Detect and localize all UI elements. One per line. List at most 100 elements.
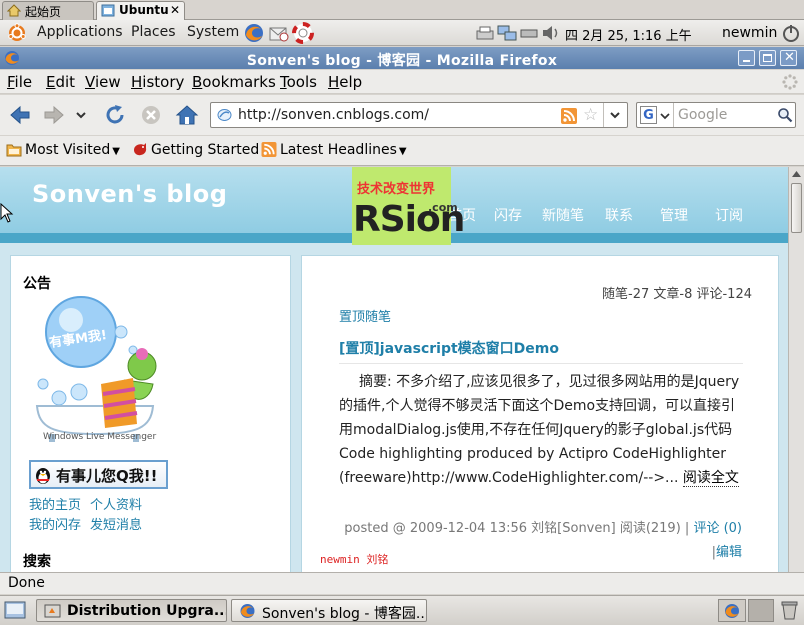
menu-accelerator: T [280, 73, 287, 91]
task-distribution-upgrade[interactable]: Distribution Upgra... [36, 599, 227, 622]
reload-button[interactable] [103, 103, 127, 127]
panel-username[interactable]: newmin [722, 25, 777, 41]
task-label: Sonven's blog - 博客园... [262, 606, 427, 622]
messenger-brand: Windows Live Messenger [43, 432, 157, 442]
vnc-tab-label: 起始页 [25, 5, 62, 19]
scrollbar-thumb[interactable] [791, 183, 802, 233]
url-bar[interactable]: http://sonven.cnblogs.com/ ☆ [210, 102, 628, 128]
help-lifebuoy-icon[interactable] [292, 22, 314, 44]
forward-button[interactable] [42, 103, 66, 127]
mail-clock-icon[interactable] [268, 22, 290, 44]
search-icon[interactable] [777, 107, 793, 123]
rss-feed-icon[interactable] [561, 108, 577, 124]
maximize-icon [763, 54, 772, 62]
search-heading: 搜索 [23, 554, 51, 570]
blog-title[interactable]: Sonven's blog [32, 180, 227, 208]
search-divider [673, 103, 674, 127]
nav-subscribe[interactable]: 订阅 [715, 205, 743, 225]
workspace-1[interactable] [718, 599, 746, 622]
minimize-icon [743, 60, 750, 62]
vnc-tab-home[interactable]: 起始页 [2, 1, 94, 20]
nav-contact[interactable]: 联系 [605, 205, 633, 225]
rss-icon [261, 142, 277, 157]
minimize-button[interactable] [738, 50, 755, 66]
network-icon[interactable] [496, 22, 518, 44]
menu-file[interactable]: File [7, 73, 32, 91]
url-dropdown-icon[interactable] [609, 109, 621, 121]
rsion-logo[interactable]: 技术改变世界 RSion .com [352, 167, 465, 245]
title-divider [339, 363, 743, 364]
comments-link[interactable]: 评论 (0) [693, 521, 742, 536]
page-viewport[interactable]: Sonven's blog 首页 闪存 新随笔 联系 管理 订阅 技术改变世界 … [0, 167, 788, 572]
bookmark-label: Most Visited [25, 142, 111, 158]
task-firefox-window[interactable]: Sonven's blog - 博客园... [231, 599, 427, 622]
stop-button[interactable] [139, 103, 163, 127]
vnc-tab-ubuntu[interactable]: Ubuntu ✕ [96, 1, 185, 20]
pinned-category-link[interactable]: 置顶随笔 [339, 306, 391, 325]
search-input[interactable]: Google [678, 107, 727, 123]
printer-icon[interactable] [474, 22, 496, 44]
show-desktop-icon[interactable] [4, 600, 26, 621]
read-more-link[interactable]: 阅读全文 [682, 470, 739, 487]
watermark-text: newmin 刘铭 [320, 553, 389, 566]
power-icon[interactable] [780, 22, 802, 44]
panel-clock[interactable]: 四 2月 25, 1:16 上午 [565, 25, 692, 44]
menu-label: dit [55, 73, 76, 91]
main-content-panel: 随笔-27 文章-8 评论-124 置顶随笔 [置顶]javascript模态窗… [301, 255, 779, 572]
bookmark-label: Getting Started [151, 142, 260, 158]
edit-row: |编辑 [712, 541, 742, 560]
trash-icon[interactable] [779, 600, 800, 621]
window-titlebar[interactable]: Sonven's blog - 博客园 - Mozilla Firefox ✕ [0, 47, 804, 69]
vertical-scrollbar[interactable] [788, 167, 804, 572]
menu-view[interactable]: View [85, 73, 121, 91]
applications-menu[interactable]: Applications [37, 24, 123, 40]
google-engine-icon[interactable]: G [640, 106, 657, 124]
firefox-launcher-icon[interactable] [243, 22, 265, 44]
scroll-up-icon[interactable] [792, 170, 801, 178]
bookmark-getting-started[interactable]: Getting Started [132, 142, 259, 158]
close-window-button[interactable]: ✕ [780, 50, 797, 66]
history-dropdown-icon[interactable] [74, 103, 88, 127]
edit-link[interactable]: 编辑 [716, 545, 742, 560]
menu-accelerator: F [7, 73, 15, 91]
url-text[interactable]: http://sonven.cnblogs.com/ [238, 107, 429, 123]
menu-label: ookmarks [202, 73, 276, 91]
nav-new-post[interactable]: 新随笔 [542, 205, 584, 225]
profile-link[interactable]: 个人资料 [90, 494, 142, 513]
messenger-mascot-image[interactable] [29, 294, 159, 446]
site-favicon-icon [217, 109, 232, 121]
nav-manage[interactable]: 管理 [660, 205, 688, 225]
menu-edit[interactable]: Edit [46, 73, 75, 91]
nav-flash[interactable]: 闪存 [494, 205, 522, 225]
bookmark-star-icon[interactable]: ☆ [583, 105, 598, 125]
qq-contact-button[interactable]: 有事儿您Q我!! [29, 460, 168, 489]
post-title-link[interactable]: [置顶]javascript模态窗口Demo [339, 338, 559, 358]
engine-dropdown-icon[interactable] [660, 111, 670, 121]
bookmark-most-visited[interactable]: Most Visited ▼ [6, 142, 120, 158]
workspace-2[interactable] [748, 599, 774, 622]
firefox-icon [240, 604, 255, 618]
my-homepage-link[interactable]: 我的主页 [29, 494, 81, 513]
my-flash-link[interactable]: 我的闪存 [29, 514, 81, 533]
menu-help[interactable]: Help [328, 73, 362, 91]
close-icon[interactable]: ✕ [170, 3, 180, 17]
send-message-link[interactable]: 发短消息 [90, 514, 142, 533]
qq-penguin-icon [36, 468, 50, 484]
search-box[interactable]: G Google [636, 102, 796, 128]
chevron-down-icon: ▼ [112, 146, 120, 157]
places-menu[interactable]: Places [131, 24, 176, 40]
menu-tools[interactable]: Tools [280, 73, 317, 91]
drive-icon[interactable] [518, 22, 540, 44]
system-menu[interactable]: System [187, 24, 239, 40]
sidebar-panel: 公告 有事M我! Windows Live Messenger 有事儿您Q我!!… [10, 255, 291, 572]
home-button[interactable] [175, 103, 199, 127]
close-icon: ✕ [784, 50, 795, 65]
bookmark-latest-headlines[interactable]: Latest Headlines ▼ [261, 142, 407, 158]
menu-label: elp [339, 73, 363, 91]
maximize-button[interactable] [759, 50, 776, 66]
menu-bookmarks[interactable]: Bookmarks [192, 73, 276, 91]
post-meta-text: posted @ 2009-12-04 13:56 刘铭[Sonven] 阅读(… [344, 521, 690, 536]
menu-history[interactable]: History [131, 73, 184, 91]
back-button[interactable] [8, 103, 32, 127]
volume-icon[interactable] [540, 22, 562, 44]
